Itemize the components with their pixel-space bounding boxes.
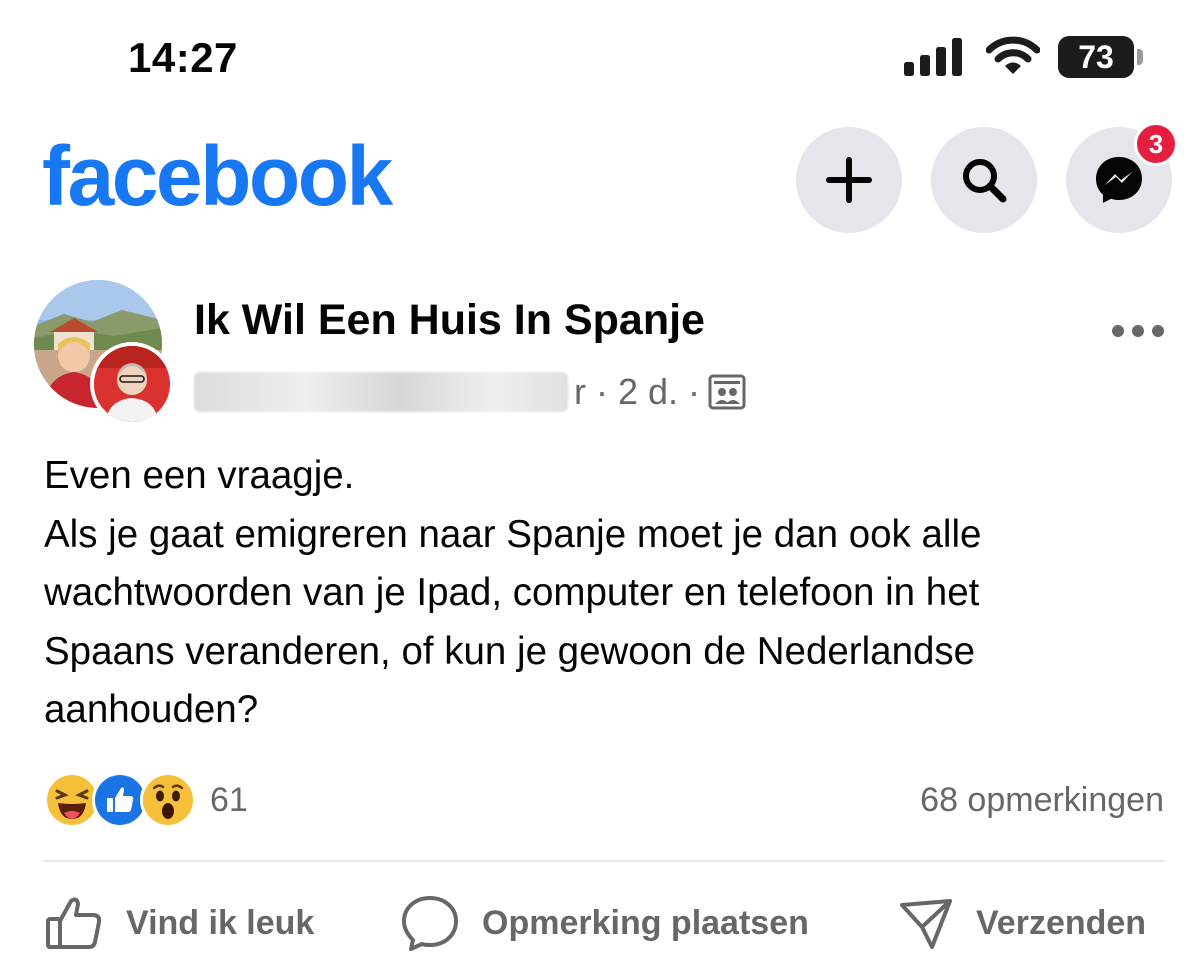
wifi-icon: [986, 36, 1040, 74]
messenger-badge: 3: [1134, 122, 1178, 166]
create-button[interactable]: [796, 127, 902, 233]
wow-icon: [140, 772, 196, 828]
more-options-icon[interactable]: [1110, 316, 1166, 346]
like-label: Vind ik leuk: [126, 903, 315, 942]
group-name[interactable]: Ik Wil Een Huis In Spanje: [194, 296, 705, 345]
comment-label: Opmerking plaatsen: [482, 903, 809, 942]
share-button[interactable]: Verzenden: [898, 888, 1146, 958]
status-bar: 14:27 73: [0, 0, 1200, 110]
post-text: Even een vraagje. Als je gaat emigreren …: [44, 447, 1174, 740]
facebook-logo[interactable]: facebook: [42, 128, 393, 225]
post-text-line: Spaans veranderen, of kun je gewoon de N…: [44, 629, 976, 673]
reactions-summary[interactable]: 61: [44, 772, 248, 828]
post-meta: r · 2 d. ·: [194, 368, 746, 416]
like-button[interactable]: Vind ik leuk: [44, 888, 314, 958]
signal-icon: [904, 38, 962, 76]
post-meta-text[interactable]: r · 2 d. ·: [574, 371, 700, 413]
group-post-icon: [708, 374, 746, 410]
search-button[interactable]: [931, 127, 1037, 233]
reaction-count: 61: [210, 780, 248, 819]
battery-icon: 73: [1058, 36, 1144, 78]
plus-icon: [826, 157, 872, 203]
thumbs-up-icon: [46, 897, 102, 949]
search-icon: [963, 159, 1007, 203]
author-avatar: [90, 342, 174, 426]
comment-button[interactable]: Opmerking plaatsen: [400, 888, 809, 958]
comment-icon: [402, 896, 458, 951]
messenger-icon: [1096, 157, 1142, 203]
divider: [44, 860, 1164, 862]
status-time: 14:27: [128, 34, 238, 81]
battery-level: 73: [1078, 39, 1114, 75]
share-label: Verzenden: [976, 903, 1147, 942]
post-text-line: Even een vraagje.: [44, 454, 355, 497]
post-text-line: aanhouden?: [44, 688, 259, 731]
comment-count[interactable]: 68 opmerkingen: [920, 781, 1164, 820]
blurred-author-name: [194, 372, 568, 412]
group-avatar[interactable]: [34, 280, 174, 426]
send-icon: [900, 899, 952, 949]
post-text-line: Als je gaat emigreren naar Spanje moet j…: [44, 512, 982, 556]
post-text-line: wachtwoorden van je Ipad, computer en te…: [44, 571, 980, 614]
